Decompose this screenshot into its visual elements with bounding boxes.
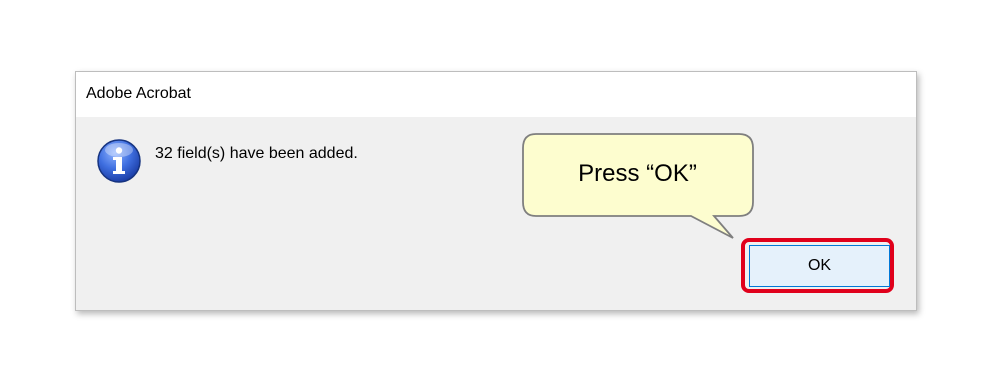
dialog-message: 32 field(s) have been added. <box>155 145 358 162</box>
info-icon <box>96 138 142 184</box>
callout-text: Press “OK” <box>578 160 697 187</box>
dialog-title: Adobe Acrobat <box>86 85 191 102</box>
dialog-titlebar: Adobe Acrobat <box>76 72 916 117</box>
callout-bubble <box>522 133 754 239</box>
alert-dialog: Adobe Acrobat 32 field(s) have been adde… <box>75 71 917 311</box>
